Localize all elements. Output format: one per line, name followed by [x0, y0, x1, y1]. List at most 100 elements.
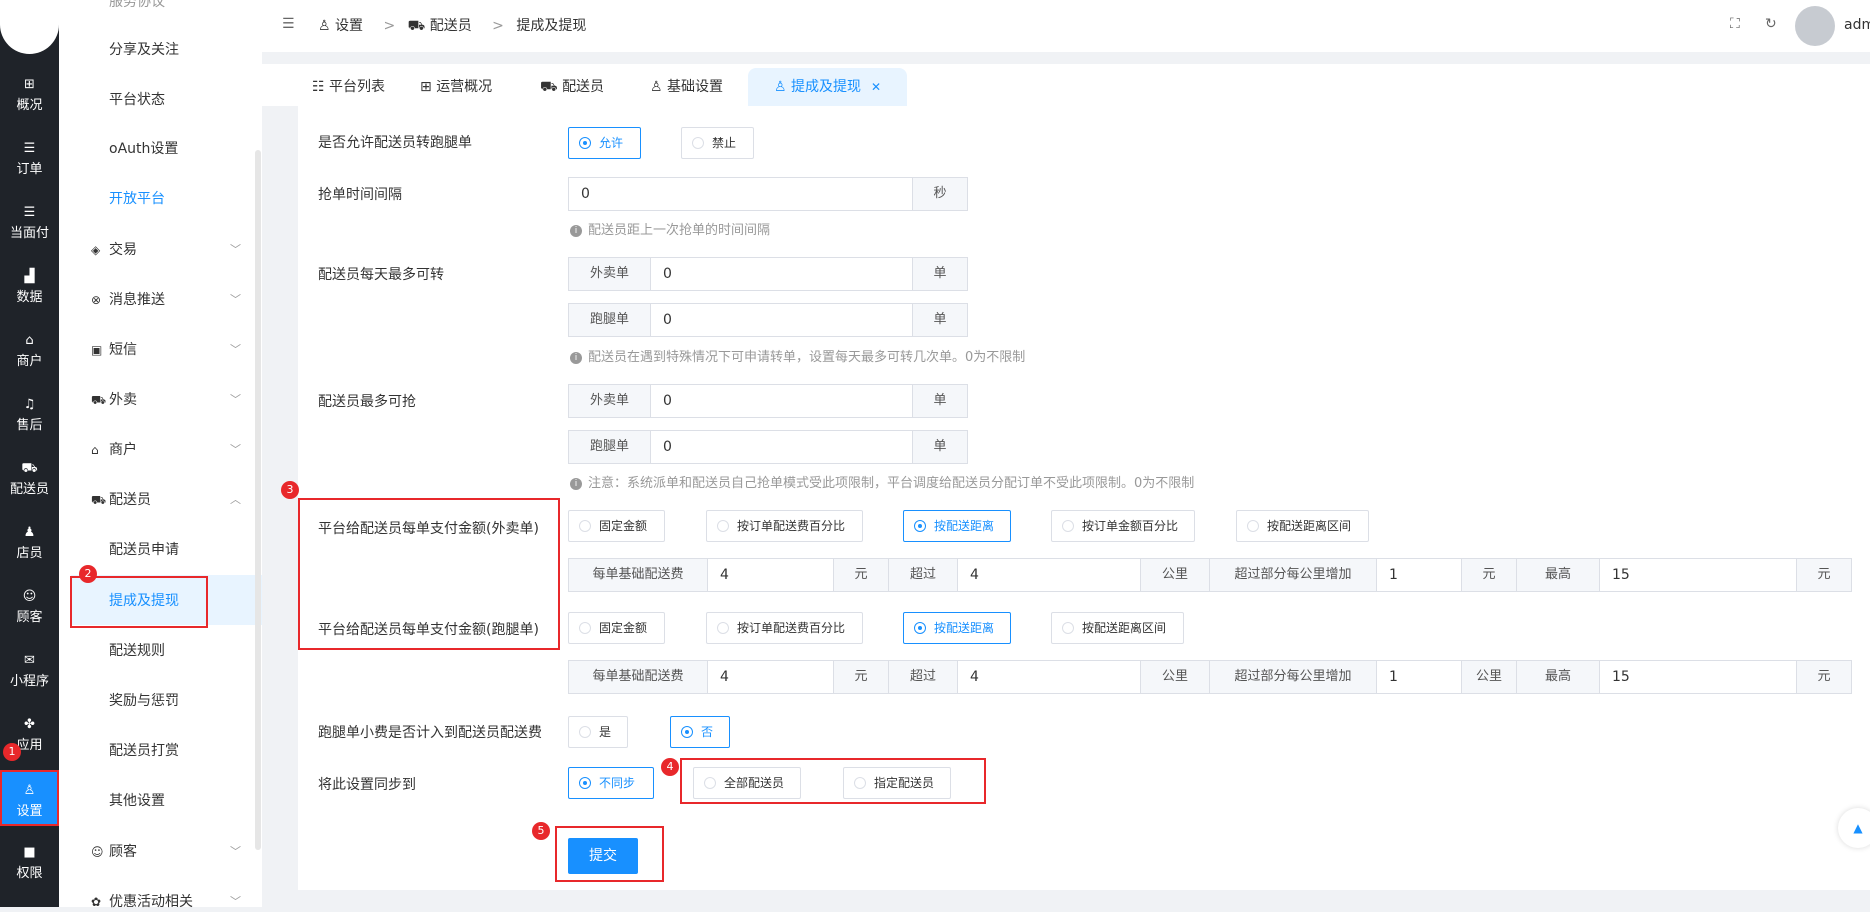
- radio-takeout-amount-percent[interactable]: 按订单金额百分比: [1051, 510, 1195, 542]
- errand-over-unit: 公里: [1140, 660, 1210, 694]
- radio-takeout-fee-percent[interactable]: 按订单配送费百分比: [706, 510, 863, 542]
- sidebar-group-trade[interactable]: ◈ 交易 ﹀: [91, 240, 241, 260]
- takeout-over-input[interactable]: 4: [957, 558, 1141, 592]
- tab-operations[interactable]: ⊞ 运营概况: [420, 68, 492, 106]
- sidebar-item-rewards[interactable]: 奖励与惩罚: [109, 691, 179, 711]
- sidebar-item-courier-apply[interactable]: 配送员申请: [109, 540, 179, 560]
- sidebar-group-takeout[interactable]: ⛟ 外卖 ﹀: [91, 390, 241, 410]
- rail-item-overview[interactable]: ⊞ 概况: [0, 66, 59, 122]
- grab-interval-input[interactable]: 0: [568, 177, 913, 211]
- rail-item-courier[interactable]: ⛟ 配送员: [0, 450, 59, 506]
- tab-platform-list[interactable]: ☷ 平台列表: [312, 68, 385, 106]
- rail-item-data[interactable]: ▟ 数据: [0, 258, 59, 314]
- max-grab-takeout-input[interactable]: 0: [650, 384, 913, 418]
- fullscreen-icon[interactable]: ⛶: [1730, 16, 1740, 32]
- errand-extra-input[interactable]: 1: [1376, 660, 1462, 694]
- radio-sync-none[interactable]: 不同步: [568, 767, 654, 799]
- sidebar-group-merchant[interactable]: ⌂ 商户 ﹀: [91, 440, 241, 460]
- takeout-base-fee-unit: 元: [833, 558, 889, 592]
- sidebar-item-delivery-rules[interactable]: 配送规则: [109, 641, 165, 661]
- sidebar-item-open-platform[interactable]: 开放平台: [109, 189, 165, 209]
- errand-base-fee-input[interactable]: 4: [707, 660, 834, 694]
- daily-transfer-hint: i 配送员在遇到特殊情况下可申请转单，设置每天最多可转几次单。0为不限制: [570, 346, 1025, 365]
- user-icon: ♙: [650, 79, 668, 95]
- radio-allow[interactable]: 允许: [568, 127, 641, 159]
- radio-tip-yes[interactable]: 是: [568, 716, 628, 748]
- radio-errand-distance[interactable]: 按配送距离: [903, 612, 1011, 644]
- radio-errand-fee-percent[interactable]: 按订单配送费百分比: [706, 612, 863, 644]
- sms-icon: ▣: [91, 343, 103, 357]
- label-pay-takeout: 平台给配送员每单支付金额(外卖单): [318, 521, 539, 537]
- radio-tip-no[interactable]: 否: [670, 716, 730, 748]
- radio-dot: [1062, 622, 1074, 634]
- max-grab-takeout-prefix: 外卖单: [568, 384, 651, 418]
- rail-item-orders[interactable]: ☰ 订单: [0, 130, 59, 186]
- radio-takeout-distance[interactable]: 按配送距离: [903, 510, 1011, 542]
- close-icon[interactable]: ✕: [871, 80, 881, 94]
- takeout-extra-input[interactable]: 1: [1376, 558, 1462, 592]
- sidebar-item-platform-status[interactable]: 平台状态: [109, 90, 165, 110]
- list-icon: ☰: [23, 141, 36, 156]
- rail-item-perm[interactable]: ■ 权限: [0, 834, 59, 890]
- info-icon: i: [570, 352, 582, 364]
- radio-dot: [717, 520, 729, 532]
- rail-item-label: 概况: [16, 98, 43, 113]
- back-to-top-button[interactable]: ▲: [1838, 808, 1870, 848]
- sidebar-group-message[interactable]: ⊗ 消息推送 ﹀: [91, 290, 241, 310]
- sidebar-group-customer[interactable]: ☺ 顾客 ﹀: [91, 842, 241, 862]
- errand-over-input[interactable]: 4: [957, 660, 1141, 694]
- radio-dot: [579, 622, 591, 634]
- rail-item-label: 订单: [16, 162, 43, 177]
- rail-item-customer[interactable]: ☺ 顾客: [0, 578, 59, 634]
- rail-item-aftersale[interactable]: ♫ 售后: [0, 386, 59, 442]
- daily-transfer-errand-input[interactable]: 0: [650, 303, 913, 337]
- avatar[interactable]: [1795, 6, 1835, 46]
- sidebar-group-label: 交易: [109, 242, 137, 258]
- sidebar-group-sms[interactable]: ▣ 短信 ﹀: [91, 340, 241, 360]
- trade-icon: ◈: [91, 243, 101, 257]
- radio-takeout-fixed[interactable]: 固定金额: [568, 510, 665, 542]
- radio-errand-fixed[interactable]: 固定金额: [568, 612, 665, 644]
- radio-forbid[interactable]: 禁止: [681, 127, 754, 159]
- breadcrumb-separator: >: [492, 18, 504, 34]
- sidebar-scrollbar[interactable]: [255, 150, 261, 850]
- errand-max-input[interactable]: 15: [1599, 660, 1797, 694]
- tab-courier[interactable]: ⛟ 配送员: [540, 68, 604, 106]
- rail-item-clerk[interactable]: ♟ 店员: [0, 514, 59, 570]
- rail-item-settings[interactable]: ♙ 设置: [0, 770, 59, 826]
- sidebar-group-courier[interactable]: ⛟ 配送员 ︿: [91, 490, 241, 510]
- main-nav-rail: ⊞ 概况 ☰ 订单 ☰ 当面付 ▟ 数据 ⌂ 商户 ♫ 售后 ⛟ 配送员 ♟ 店员 ☺ 顾客 ✉ 小程序 ✤ 应用 ♙ 设置 ■…: [0, 0, 59, 907]
- errand-extra-label: 超过部分每公里增加: [1209, 660, 1377, 694]
- label-sync: 将此设置同步到: [318, 777, 416, 793]
- refresh-icon[interactable]: ↻: [1765, 16, 1777, 32]
- sidebar-item-tips[interactable]: 配送员打赏: [109, 741, 179, 761]
- collapse-menu-icon[interactable]: ☰: [282, 16, 295, 32]
- sidebar-item-oauth[interactable]: oAuth设置: [109, 139, 178, 159]
- username[interactable]: adm: [1844, 17, 1870, 33]
- rail-item-miniapp[interactable]: ✉ 小程序: [0, 642, 59, 698]
- tab-commission[interactable]: ♙ 提成及提现 ✕: [748, 68, 908, 106]
- rail-item-label: 当面付: [9, 226, 49, 241]
- takeout-max-input[interactable]: 15: [1599, 558, 1797, 592]
- sidebar-group-promotions[interactable]: ✿ 优惠活动相关 ﹀: [91, 892, 241, 912]
- daily-transfer-takeout-input[interactable]: 0: [650, 257, 913, 291]
- sidebar-item-other[interactable]: 其他设置: [109, 791, 165, 811]
- wechat-icon: ✉: [24, 653, 35, 668]
- rail-item-merchant[interactable]: ⌂ 商户: [0, 322, 59, 378]
- tab-basic-settings[interactable]: ♙ 基础设置: [650, 68, 723, 106]
- takeout-extra-label: 超过部分每公里增加: [1209, 558, 1377, 592]
- radio-errand-distance-range[interactable]: 按配送距离区间: [1051, 612, 1184, 644]
- sidebar-item-share[interactable]: 分享及关注: [109, 40, 179, 60]
- takeout-base-fee-input[interactable]: 4: [707, 558, 834, 592]
- store-icon: ⌂: [25, 333, 34, 348]
- chevron-up-icon: ▲: [1853, 821, 1863, 835]
- chevron-down-icon: ﹀: [230, 443, 241, 456]
- rail-item-inperson[interactable]: ☰ 当面付: [0, 194, 59, 250]
- max-grab-errand-input[interactable]: 0: [650, 430, 913, 464]
- sidebar-item-service-agreement[interactable]: 服务协议: [109, 0, 165, 12]
- breadcrumb-courier[interactable]: ⛟ 配送员: [408, 18, 480, 34]
- breadcrumb-settings[interactable]: ♙ 设置: [318, 18, 371, 34]
- radio-takeout-distance-range[interactable]: 按配送距离区间: [1236, 510, 1369, 542]
- chevron-down-icon: ﹀: [230, 343, 241, 356]
- errand-extra-unit: 公里: [1461, 660, 1517, 694]
